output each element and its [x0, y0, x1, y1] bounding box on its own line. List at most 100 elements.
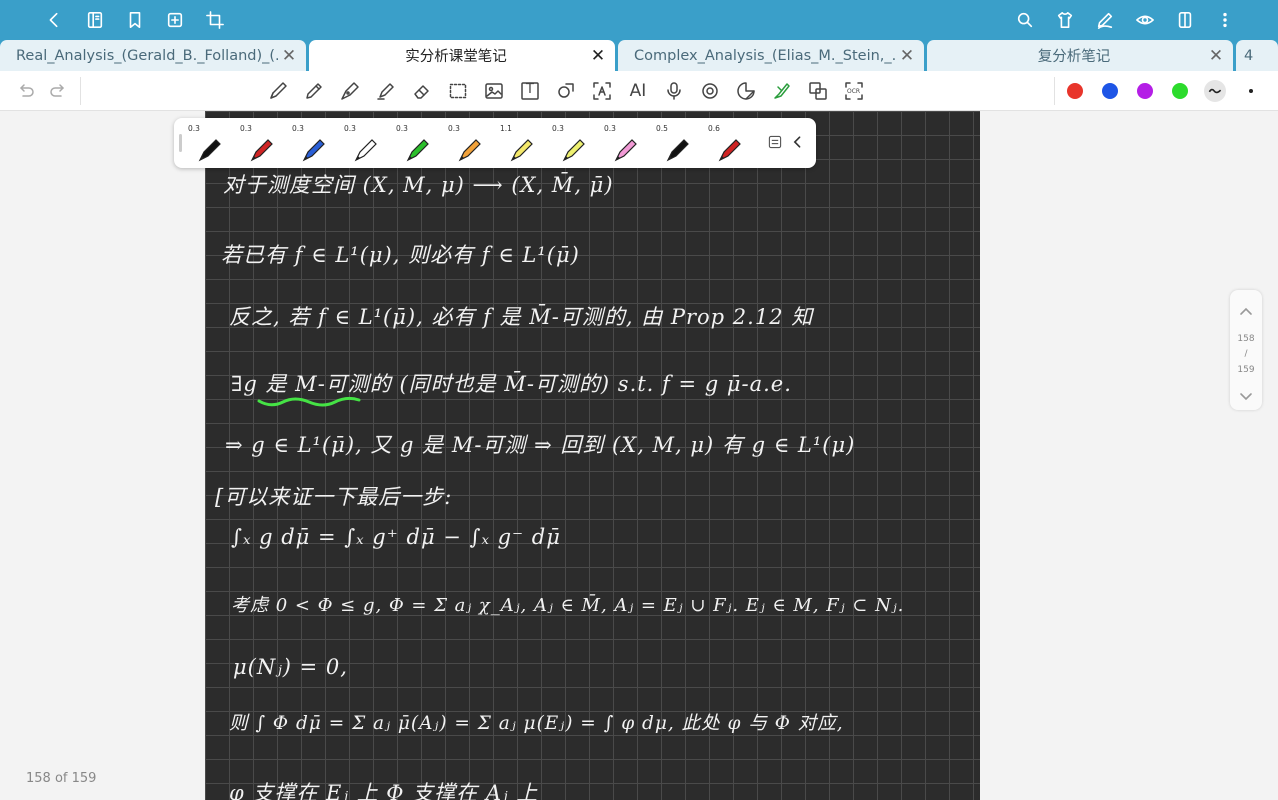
pen-icon — [718, 139, 741, 162]
chevron-up-icon[interactable] — [1238, 304, 1254, 320]
laser-pointer-icon[interactable] — [770, 79, 794, 103]
close-icon[interactable]: ✕ — [1205, 46, 1227, 66]
note-line: [可以来证一下最后一步: — [215, 485, 453, 509]
pen-icon — [198, 139, 221, 162]
chevron-down-icon[interactable] — [1238, 388, 1254, 404]
pen-size-label: 1.1 — [500, 124, 512, 133]
eraser-icon[interactable] — [410, 79, 434, 103]
crop-icon[interactable] — [201, 6, 229, 34]
pen-size-label: 0.5 — [656, 124, 668, 133]
text-recognition-icon[interactable] — [590, 79, 614, 103]
pen-size-label: 0.3 — [188, 124, 200, 133]
eye-icon[interactable] — [1131, 6, 1159, 34]
tab-label: Real_Analysis_(Gerald_B._Folland)_(... — [16, 47, 278, 64]
app-bar — [0, 0, 1278, 40]
redo-icon[interactable] — [46, 79, 70, 103]
green-underline-mark — [257, 396, 361, 407]
close-icon[interactable]: ✕ — [278, 46, 300, 66]
ocr-label: OCR — [847, 88, 861, 95]
tab-label: 实分析课堂笔记 — [405, 49, 507, 65]
divider — [80, 77, 81, 105]
note-line: 若已有 f ∈ L¹(μ), 则必有 f ∈ L¹(μ̄) — [221, 243, 580, 267]
note-line: ∃g 是 M-可测的 (同时也是 M̄-可测的) s.t. f = g μ̄-a… — [231, 372, 792, 396]
pen-preset[interactable]: 0.3 — [602, 122, 650, 164]
tab-complex-analysis[interactable]: Complex_Analysis_(Elias_M._Stein,_... ✕ — [618, 40, 924, 71]
ai-icon[interactable]: AI — [626, 79, 650, 103]
image-icon[interactable] — [482, 79, 506, 103]
color-green-swatch[interactable] — [1172, 83, 1188, 99]
ocr-icon[interactable]: OCR — [842, 79, 866, 103]
pen-icon[interactable] — [266, 79, 290, 103]
pen-icon — [406, 139, 429, 162]
shape-icon[interactable] — [554, 79, 578, 103]
pen-preset[interactable]: 0.3 — [186, 122, 234, 164]
pen-list-icon[interactable] — [767, 134, 785, 152]
lasso-select-icon[interactable] — [446, 79, 470, 103]
notebook-icon[interactable] — [81, 6, 109, 34]
pen-preset[interactable]: 0.3 — [550, 122, 598, 164]
pen-preset[interactable]: 0.3 — [290, 122, 338, 164]
note-line: 反之, 若 f ∈ L¹(μ̄), 必有 f 是 M̄-可测的, 由 Prop … — [229, 305, 814, 329]
sticker-icon[interactable] — [734, 79, 758, 103]
undo-icon[interactable] — [14, 79, 38, 103]
more-vertical-icon[interactable] — [1211, 6, 1239, 34]
pen-size-label: 0.3 — [344, 124, 356, 133]
translate-icon[interactable] — [806, 79, 830, 103]
search-icon[interactable] — [1011, 6, 1039, 34]
note-line: φ 支撑在 Eⱼ 上 Φ 支撑在 Aⱼ 上 — [229, 781, 539, 800]
divider — [1054, 77, 1055, 105]
current-page-number: 158 — [1237, 334, 1255, 344]
note-line: ⇒ g ∈ L¹(μ̄), 又 g 是 M-可测 ⇒ 回到 (X, M, μ) … — [225, 433, 856, 457]
stamp-icon[interactable] — [698, 79, 722, 103]
note-line: ∫ₓ g dμ̄ = ∫ₓ g⁺ dμ̄ − ∫ₓ g⁻ dμ̄ — [231, 525, 561, 549]
pen-preset[interactable]: 0.3 — [238, 122, 286, 164]
highlighter-icon[interactable] — [374, 79, 398, 103]
collapse-chevron-icon[interactable] — [790, 134, 808, 152]
fountain-pen-icon[interactable] — [338, 79, 362, 103]
stroke-style-icon[interactable] — [1204, 80, 1226, 102]
pen-mode-icon[interactable] — [1091, 6, 1119, 34]
pen-icon — [250, 139, 273, 162]
note-line: μ(Nⱼ) = 0, — [233, 655, 348, 679]
pen-preset[interactable]: 0.6 — [706, 122, 754, 164]
pen-size-label: 0.6 — [708, 124, 720, 133]
layout-icon[interactable] — [1171, 6, 1199, 34]
pen-preset[interactable]: 0.3 — [394, 122, 442, 164]
stroke-size-dot[interactable] — [1249, 89, 1253, 93]
pen-size-label: 0.3 — [448, 124, 460, 133]
tab-complex-analysis-notes[interactable]: 复分析笔记 ✕ — [927, 40, 1233, 71]
text-tool-icon[interactable]: T — [518, 79, 542, 103]
page-separator: / — [1244, 349, 1248, 359]
close-icon[interactable]: ✕ — [587, 46, 609, 66]
pen-size-label: 0.3 — [604, 124, 616, 133]
drag-handle[interactable] — [179, 134, 182, 152]
pen-icon — [614, 139, 637, 162]
tab-real-analysis-notes[interactable]: 实分析课堂笔记 ✕ — [309, 40, 615, 71]
pen-icon — [510, 139, 533, 162]
page-navigator: 158 / 159 — [1230, 290, 1262, 410]
pen-preset[interactable]: 0.5 — [654, 122, 702, 164]
tab-real-analysis[interactable]: Real_Analysis_(Gerald_B._Folland)_(... ✕ — [0, 40, 306, 71]
close-icon[interactable]: ✕ — [896, 46, 918, 66]
back-icon[interactable] — [40, 6, 68, 34]
note-page[interactable]: 对于测度空间 (X, M, μ) ⟶ (X, M̄, μ̄) 若已有 f ∈ L… — [205, 111, 980, 800]
color-purple-swatch[interactable] — [1137, 83, 1153, 99]
ai-label: AI — [629, 81, 647, 101]
color-red-swatch[interactable] — [1067, 83, 1083, 99]
pen-size-label: 0.3 — [292, 124, 304, 133]
pen-tray: 0.3 0.3 0.3 0.3 0.3 0.3 1.1 0.3 0.3 0.5 0.6 — [174, 118, 816, 168]
bookmark-icon[interactable] — [121, 6, 149, 34]
pencil-icon[interactable] — [302, 79, 326, 103]
pen-preset[interactable]: 0.3 — [446, 122, 494, 164]
shirt-icon[interactable] — [1051, 6, 1079, 34]
pen-icon — [562, 139, 585, 162]
pen-preset[interactable]: 1.1 — [498, 122, 546, 164]
pen-size-label: 0.3 — [240, 124, 252, 133]
tab-overflow[interactable]: 4 — [1236, 40, 1278, 71]
color-blue-swatch[interactable] — [1102, 83, 1118, 99]
microphone-icon[interactable] — [662, 79, 686, 103]
tab-label: 复分析笔记 — [1037, 49, 1111, 65]
note-line: 则 ∫ Φ dμ̄ = Σ aⱼ μ̄(Aⱼ) = Σ aⱼ μ(Eⱼ) = ∫… — [229, 713, 844, 734]
add-page-icon[interactable] — [161, 6, 189, 34]
pen-preset[interactable]: 0.3 — [342, 122, 390, 164]
